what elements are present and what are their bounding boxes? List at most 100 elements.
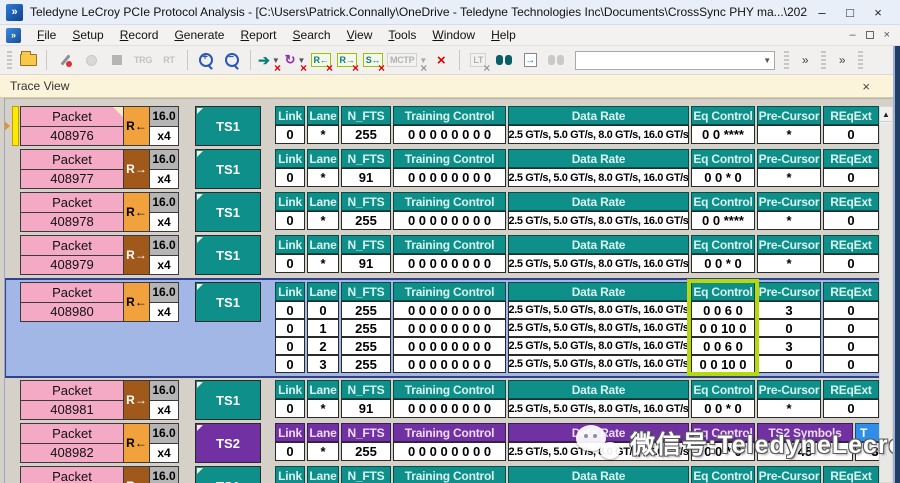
document-icon[interactable]: » bbox=[6, 28, 21, 43]
direction-cell[interactable]: R← bbox=[123, 106, 150, 146]
cell-value[interactable]: 0 bbox=[307, 301, 339, 319]
direction-cell[interactable]: R→ bbox=[123, 380, 150, 420]
speed-cell[interactable]: 16.0x4 bbox=[149, 380, 179, 420]
ts-type-cell[interactable]: TS1 bbox=[195, 192, 261, 232]
packet-id-group[interactable]: Packet408976R←16.0x4 bbox=[20, 106, 179, 146]
ts-type-cell[interactable]: TS1 bbox=[195, 235, 261, 275]
cell-value[interactable]: 0 bbox=[275, 125, 305, 144]
cell-value[interactable]: 2.5 GT/s, 5.0 GT/s, 8.0 GT/s, 16.0 GT/s bbox=[508, 319, 689, 337]
cell-value[interactable]: 0 0 0 0 0 0 0 0 bbox=[393, 442, 506, 461]
packet-id-group[interactable]: Packet408977R→16.0x4 bbox=[20, 149, 179, 189]
speed-cell[interactable]: 16.0x4 bbox=[149, 235, 179, 275]
cell-value[interactable]: 0 0 0 0 0 0 0 0 bbox=[393, 125, 506, 144]
ts-type-cell[interactable]: TS1 bbox=[195, 282, 261, 322]
mdi-restore-button[interactable] bbox=[866, 31, 874, 39]
cell-value[interactable]: 2.5 GT/s, 5.0 GT/s, 8.0 GT/s, 16.0 GT/s bbox=[508, 125, 689, 144]
cell-value[interactable]: 0 0 * 0 bbox=[691, 254, 755, 273]
clear-filter-button[interactable]: × bbox=[429, 48, 453, 72]
toolbar-grip[interactable] bbox=[858, 51, 863, 69]
packet-cell[interactable]: Packet408983 bbox=[20, 466, 124, 483]
stop-button[interactable] bbox=[105, 48, 129, 72]
bookmark-strip[interactable] bbox=[12, 106, 19, 146]
speed-cell[interactable]: 16.0x4 bbox=[149, 466, 179, 483]
packet-cell[interactable]: Packet408980 bbox=[20, 282, 124, 322]
search-combo-input[interactable] bbox=[576, 53, 760, 68]
cell-value[interactable]: 2.5 GT/s, 5.0 GT/s, 8.0 GT/s, 16.0 GT/s bbox=[508, 337, 689, 355]
cell-value[interactable]: 255 bbox=[341, 211, 391, 230]
cell-value[interactable]: 0 0 0 0 0 0 0 0 bbox=[393, 168, 506, 187]
direction-cell[interactable]: R→ bbox=[123, 466, 150, 483]
cell-value[interactable]: * bbox=[757, 125, 821, 144]
menu-item-record[interactable]: Record bbox=[112, 26, 167, 44]
direction-cell[interactable]: R← bbox=[123, 423, 150, 463]
ts-type-cell[interactable]: TS2 bbox=[195, 423, 261, 463]
cell-value[interactable]: 2 bbox=[307, 337, 339, 355]
cell-value[interactable]: 0 bbox=[275, 337, 305, 355]
cell-value[interactable]: 0 0 0 0 0 0 0 0 bbox=[393, 301, 506, 319]
cell-value[interactable]: 0 bbox=[275, 211, 305, 230]
mdi-minimize-button[interactable]: – bbox=[849, 29, 855, 41]
cell-value[interactable]: 91 bbox=[341, 399, 391, 418]
cell-value[interactable]: * bbox=[757, 254, 821, 273]
cell-value[interactable]: * bbox=[757, 399, 821, 418]
cell-value[interactable]: 2.5 GT/s, 5.0 GT/s, 8.0 GT/s, 16.0 GT/s bbox=[508, 254, 689, 273]
cell-value[interactable]: 0 bbox=[823, 355, 879, 373]
cell-value[interactable]: * bbox=[307, 254, 339, 273]
cell-value[interactable]: * bbox=[307, 442, 339, 461]
toolbar-grip[interactable] bbox=[784, 51, 789, 69]
cell-value[interactable]: 0 bbox=[823, 254, 879, 273]
cell-value[interactable]: 0 0 0 0 0 0 0 0 bbox=[393, 355, 506, 373]
cell-value[interactable]: 2.5 GT/s, 5.0 GT/s, 8.0 GT/s, 16.0 GT/s bbox=[508, 399, 689, 418]
cell-value[interactable]: 0 bbox=[823, 399, 879, 418]
cell-value[interactable]: 0 0 0 0 0 0 0 0 bbox=[393, 399, 506, 418]
cell-value[interactable]: 0 bbox=[275, 319, 305, 337]
zoom-out-button[interactable]: − bbox=[220, 48, 244, 72]
upstream-filter-button[interactable]: R←× bbox=[309, 48, 333, 72]
packet-id-group[interactable]: Packet408982R←16.0x4 bbox=[20, 423, 179, 463]
toolbar-grip[interactable] bbox=[821, 51, 826, 69]
refilter-button[interactable]: ↻×▼ bbox=[283, 48, 307, 72]
mdi-close-button[interactable]: × bbox=[884, 29, 890, 41]
toolbar-grip[interactable] bbox=[7, 51, 12, 69]
cell-value[interactable]: 0 0 **** bbox=[691, 125, 755, 144]
menu-item-help[interactable]: Help bbox=[483, 26, 524, 44]
cell-value[interactable]: 3 bbox=[757, 301, 821, 319]
packet-cell[interactable]: Packet408979 bbox=[20, 235, 124, 275]
packet-row-408976[interactable]: Packet408976R←16.0x4TS1LinkLaneN_FTSTrai… bbox=[20, 106, 900, 146]
cell-value[interactable]: 255 bbox=[341, 319, 391, 337]
packet-id-group[interactable]: Packet408978R←16.0x4 bbox=[20, 192, 179, 232]
cell-value[interactable]: 3 bbox=[307, 355, 339, 373]
cell-value[interactable]: 0 bbox=[823, 168, 879, 187]
maximize-button[interactable]: □ bbox=[836, 5, 864, 20]
close-icon[interactable]: × bbox=[862, 79, 870, 94]
menu-item-file[interactable]: File bbox=[29, 26, 64, 44]
cell-value[interactable]: 2.5 GT/s, 5.0 GT/s, 8.0 GT/s, 16.0 GT/s bbox=[508, 168, 689, 187]
cell-value[interactable]: 0 bbox=[823, 337, 879, 355]
cell-value[interactable]: 0 bbox=[823, 301, 879, 319]
open-file-button[interactable] bbox=[16, 48, 40, 72]
cell-value[interactable]: 255 bbox=[341, 442, 391, 461]
packet-row-408980[interactable]: Packet408980R←16.0x4TS1LinkLaneN_FTSTrai… bbox=[4, 278, 900, 378]
cell-value[interactable]: * bbox=[307, 168, 339, 187]
cell-value[interactable]: * bbox=[757, 211, 821, 230]
cell-value[interactable]: 0 bbox=[275, 168, 305, 187]
packet-id-group[interactable]: Packet408979R→16.0x4 bbox=[20, 235, 179, 275]
symbol-filter-button[interactable]: S↔× bbox=[361, 48, 385, 72]
packet-cell[interactable]: Packet408977 bbox=[20, 149, 124, 189]
find-next-button[interactable] bbox=[544, 48, 568, 72]
cell-value[interactable]: 0 0 * 0 bbox=[691, 399, 755, 418]
cell-value[interactable]: 0 0 **** bbox=[691, 211, 755, 230]
cell-value[interactable]: 3 bbox=[757, 337, 821, 355]
ts-type-cell[interactable]: TS1 bbox=[195, 149, 261, 189]
record-button[interactable] bbox=[79, 48, 103, 72]
packet-row-408983[interactable]: Packet408983R→16.0x4TS1LinkLaneN_FTSTrai… bbox=[20, 466, 900, 483]
cell-value[interactable]: 0 0 0 0 0 0 0 0 bbox=[393, 319, 506, 337]
packet-cell[interactable]: Packet408978 bbox=[20, 192, 124, 232]
cell-value[interactable]: 255 bbox=[341, 301, 391, 319]
overflow-button-1[interactable]: » bbox=[793, 48, 817, 72]
cell-value[interactable]: * bbox=[307, 211, 339, 230]
direction-cell[interactable]: R→ bbox=[123, 149, 150, 189]
ltssm-filter-button[interactable]: LT× bbox=[466, 48, 490, 72]
cell-value[interactable]: * bbox=[307, 125, 339, 144]
packet-cell[interactable]: Packet408976 bbox=[20, 106, 124, 146]
